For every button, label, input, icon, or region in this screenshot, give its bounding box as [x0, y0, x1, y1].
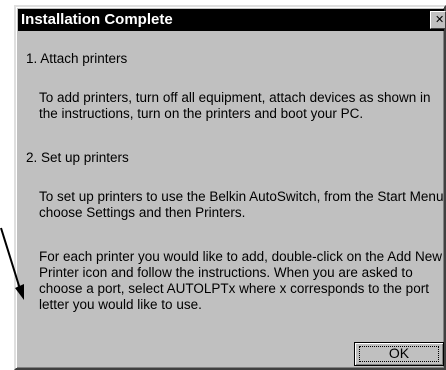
title-bar[interactable]: Installation Complete ✕ — [18, 9, 446, 31]
step2-heading: 2. Set up printers — [26, 150, 129, 165]
step2-port-instructions: For each printer you would like to add, … — [39, 249, 442, 312]
ok-button[interactable]: OK — [354, 342, 444, 366]
installation-dialog: Installation Complete ✕ 1. Attach printe… — [14, 5, 446, 370]
step1-heading: 1. Attach printers — [26, 51, 128, 66]
ok-button-label: OK — [388, 345, 410, 361]
close-icon: ✕ — [435, 13, 445, 26]
step2-instructions: To set up printers to use the Belkin Aut… — [39, 189, 444, 220]
dialog-title: Installation Complete — [21, 11, 173, 28]
step1-instructions: To add printers, turn off all equipment,… — [39, 90, 431, 121]
close-button[interactable]: ✕ — [430, 11, 446, 29]
